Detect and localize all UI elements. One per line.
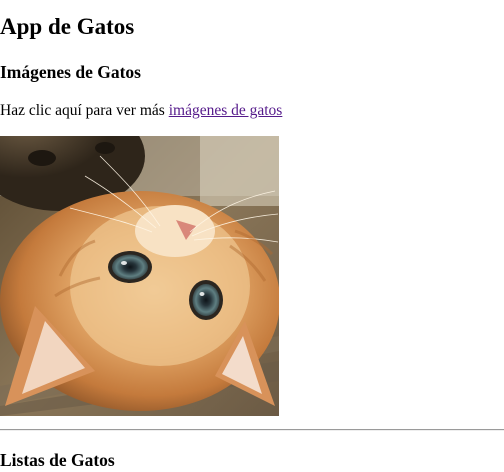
cat-photo[interactable] xyxy=(0,136,279,416)
page-title: App de Gatos xyxy=(0,14,135,39)
more-images-text: Haz clic aquí para ver más xyxy=(0,102,169,119)
images-section-heading: Imágenes de Gatos xyxy=(0,62,141,82)
more-images-paragraph: Haz clic aquí para ver más imágenes de g… xyxy=(0,101,282,121)
section-divider xyxy=(0,429,504,431)
more-cat-images-link[interactable]: imágenes de gatos xyxy=(169,102,283,119)
lists-section-heading: Listas de Gatos xyxy=(0,450,115,470)
